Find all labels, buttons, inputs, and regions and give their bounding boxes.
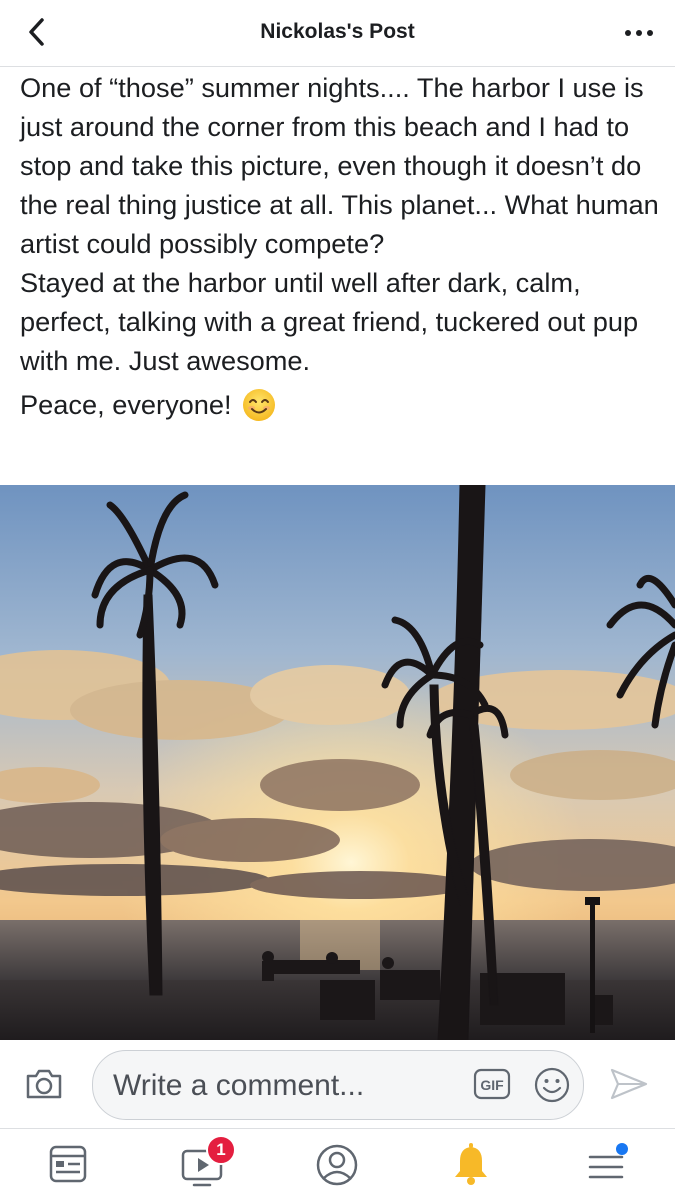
comment-input[interactable]: Write a comment... GIF [92,1050,584,1120]
tab-watch[interactable]: 1 [172,1135,236,1191]
post-closing-text: Peace, everyone! [20,389,232,420]
more-horizontal-icon [625,30,653,36]
tab-notifications[interactable] [441,1139,501,1191]
tab-news-feed[interactable] [38,1139,98,1191]
profile-icon [316,1144,358,1186]
comment-bar: Write a comment... GIF [0,1040,675,1129]
camera-button[interactable] [24,1066,64,1102]
beach-sunset-photo [0,485,675,1040]
send-icon [610,1068,648,1100]
new-indicator-dot [616,1143,628,1155]
post-paragraph: One of “those” summer nights.... The har… [20,72,659,259]
smiley-icon [534,1067,570,1103]
notification-badge: 1 [206,1135,236,1165]
post-photo[interactable] [0,485,675,1040]
camera-icon [26,1069,62,1099]
gif-button[interactable]: GIF [473,1067,511,1101]
sticker-button[interactable] [533,1066,571,1104]
post-paragraph: Peace, everyone! [20,385,660,424]
page-title: Nickolas's Post [260,20,415,43]
post-paragraph: Stayed at the harbor until well after da… [20,267,639,376]
gif-icon: GIF [473,1068,511,1100]
comment-placeholder: Write a comment... [113,1069,365,1102]
send-button[interactable] [608,1066,650,1102]
bell-icon [455,1143,487,1185]
tab-menu[interactable] [576,1139,636,1191]
top-bar: Nickolas's Post [0,0,675,67]
post-body: One of “those” summer nights.... The har… [20,68,660,424]
smiling-face-icon [242,388,275,421]
tab-profile[interactable] [307,1139,367,1191]
bottom-nav: 1 [0,1129,675,1200]
news-feed-icon [49,1145,87,1183]
more-options-button[interactable] [621,18,657,48]
svg-text:GIF: GIF [480,1077,504,1093]
